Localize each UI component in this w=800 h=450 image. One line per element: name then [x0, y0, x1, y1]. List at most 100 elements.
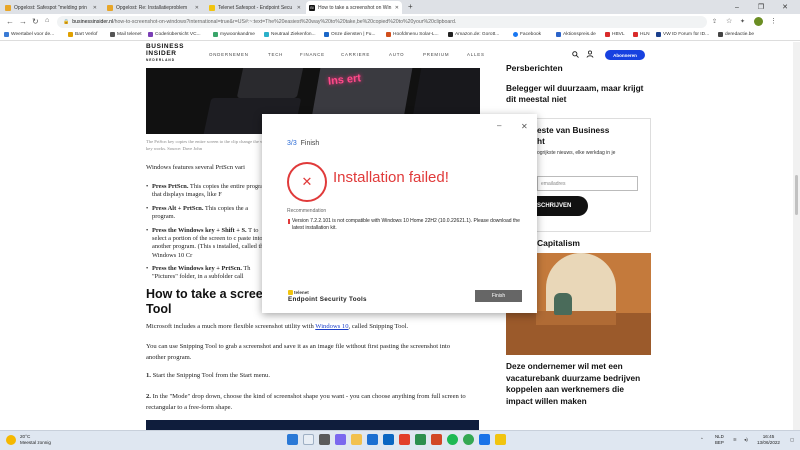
bookmark-item[interactable]: Weertabel voor de...: [4, 32, 54, 37]
volume-icon[interactable]: ◂): [744, 437, 748, 443]
nav-finance[interactable]: FINANCE: [300, 52, 325, 57]
bookmark-item[interactable]: Amazon.de: Gorott...: [448, 32, 499, 37]
nav-tech[interactable]: TECH: [268, 52, 283, 57]
finish-button[interactable]: Finish: [475, 290, 522, 302]
excel-icon[interactable]: [415, 434, 426, 445]
bookmark-label: Aktionspreis.de: [563, 32, 596, 37]
bookmark-item[interactable]: VW ID Forum für ID...: [656, 32, 709, 37]
bookmark-favicon-icon: [148, 32, 153, 37]
bookmark-favicon-icon: [264, 32, 269, 37]
bookmark-label: Facebook: [520, 32, 542, 37]
bookmark-item[interactable]: HLN: [633, 32, 650, 37]
new-tab-button[interactable]: +: [408, 2, 413, 11]
mail-icon[interactable]: [399, 434, 410, 445]
newsletter-email-input[interactable]: emailadres: [537, 176, 638, 191]
subscribe-button[interactable]: Abonneren: [605, 50, 645, 60]
minimize-dialog-icon[interactable]: –: [497, 121, 501, 130]
nav-auto[interactable]: AUTO: [389, 52, 404, 57]
address-bar[interactable]: 🔒 businessinsider.nl /how-to-screenshot-…: [57, 16, 707, 28]
bookmark-item[interactable]: Onze diensten | Fu...: [324, 32, 375, 37]
bookmark-item[interactable]: Bart Verlof: [68, 32, 97, 37]
sidebar-article-link[interactable]: Deze ondernemer wil met een vacaturebank…: [506, 361, 651, 407]
bookmark-item[interactable]: mywoonkandme: [213, 32, 255, 37]
bookmark-item[interactable]: Neutraal Ziekenfon...: [264, 32, 316, 37]
weather-sun-icon[interactable]: [6, 435, 16, 445]
business-insider-logo[interactable]: BUSINESS INSIDER NEDERLAND: [146, 43, 184, 64]
minimize-window-icon[interactable]: –: [728, 0, 746, 14]
browser-tab-2[interactable]: Opgelost: Re: Installatieproblem ✕: [104, 1, 202, 14]
bookmark-label: Mail telenet: [117, 32, 142, 37]
user-account-icon[interactable]: [586, 50, 594, 58]
nav-alles[interactable]: ALLES: [467, 52, 485, 57]
photos-icon[interactable]: [479, 434, 490, 445]
logo-line: INSIDER: [146, 49, 177, 57]
edge-browser-icon[interactable]: [367, 434, 378, 445]
bookmark-item[interactable]: Facebook: [513, 32, 541, 37]
weather-widget[interactable]: 20°C Meestal zonnig: [20, 434, 51, 446]
step-number: 3/3: [287, 140, 297, 147]
nav-premium[interactable]: PREMIUM: [423, 52, 449, 57]
installation-status-title: Installation failed!: [333, 169, 449, 186]
browser-tab-1[interactable]: Opgelost: Safespot "melding prin ✕: [2, 1, 100, 14]
system-clock[interactable]: 16:45 13/06/2022: [757, 434, 780, 446]
reload-icon[interactable]: ↻: [32, 17, 39, 26]
language-indicator[interactable]: NLD BEP: [715, 434, 724, 446]
page-scrollbar[interactable]: [793, 42, 800, 430]
bookmark-item[interactable]: deredactie.be: [718, 32, 754, 37]
notifications-icon[interactable]: ▢: [790, 437, 794, 443]
home-icon[interactable]: ⌂: [45, 17, 49, 24]
task-view-icon[interactable]: [319, 434, 330, 445]
windows-10-link[interactable]: Windows 10: [315, 323, 348, 330]
close-tab-icon[interactable]: ✕: [395, 5, 399, 11]
article-paragraph: Microsoft includes a much more flexible …: [146, 321, 476, 332]
url-host: businessinsider.nl: [72, 19, 114, 25]
maximize-window-icon[interactable]: ❐: [752, 0, 770, 14]
forward-icon[interactable]: →: [19, 17, 27, 26]
teams-chat-icon[interactable]: [335, 434, 346, 445]
folder-icon: [68, 32, 73, 37]
start-windows-icon[interactable]: [287, 434, 298, 445]
business-insider-favicon-icon: BI: [309, 4, 315, 11]
spotify-icon[interactable]: [447, 434, 458, 445]
search-taskbar-icon[interactable]: [303, 434, 314, 445]
close-tab-icon[interactable]: ✕: [93, 5, 97, 11]
newsletter-title: este van Business: [537, 125, 610, 135]
bookmark-item[interactable]: Hoofdmenu Solar-L...: [386, 32, 439, 37]
close-window-icon[interactable]: ✕: [776, 0, 794, 14]
extensions-icon[interactable]: ✦: [740, 18, 745, 25]
menu-dots-icon[interactable]: ⋮: [770, 17, 777, 25]
recommendation-label: Recommendation: [287, 208, 327, 214]
close-tab-icon[interactable]: ✕: [297, 5, 301, 11]
bullet-dot: •: [146, 205, 149, 212]
microsoft-store-icon[interactable]: [383, 434, 394, 445]
browser-tab-3[interactable]: Telenet Safespot - Endpoint Secu ✕: [206, 1, 304, 14]
close-tab-icon[interactable]: ✕: [195, 5, 199, 11]
scrollbar-thumb[interactable]: [795, 175, 798, 215]
chrome-icon[interactable]: [463, 434, 474, 445]
tab-favicon-icon: [107, 4, 113, 11]
back-icon[interactable]: ←: [6, 17, 14, 26]
bookmark-favicon-icon: [656, 32, 661, 37]
bookmark-star-icon[interactable]: ☆: [726, 17, 732, 25]
profile-avatar[interactable]: [754, 17, 763, 26]
bookmark-item[interactable]: HBVL: [605, 32, 625, 37]
bookmark-label: mywoonkandme: [220, 32, 255, 37]
press-release-link[interactable]: Belegger wil duurzaam, maar krijgt dit m…: [506, 83, 651, 105]
browser-tab-4-active[interactable]: BI How to take a screenshot on Win ✕: [306, 1, 402, 14]
bookmark-item[interactable]: Mail telenet: [110, 32, 142, 37]
close-dialog-icon[interactable]: ✕: [521, 122, 528, 131]
bookmark-label: Weertabel voor de...: [11, 32, 55, 37]
nav-carriere[interactable]: CARRIERE: [341, 52, 370, 57]
bullet-dot: •: [146, 227, 149, 234]
powerpoint-icon[interactable]: [431, 434, 442, 445]
wifi-icon[interactable]: ≋: [733, 437, 737, 443]
telenet-app-icon[interactable]: [495, 434, 506, 445]
bookmark-item[interactable]: Aktionspreis.de: [556, 32, 596, 37]
bookmark-favicon-icon: [386, 32, 391, 37]
bookmark-item[interactable]: Coderiübersicht VC...: [148, 32, 201, 37]
search-icon[interactable]: [572, 51, 579, 58]
show-hidden-icons-icon[interactable]: ⌃: [700, 437, 704, 443]
nav-ondernemen[interactable]: ONDERNEMEN: [209, 52, 249, 57]
file-explorer-icon[interactable]: [351, 434, 362, 445]
share-icon[interactable]: ⇪: [712, 18, 717, 25]
